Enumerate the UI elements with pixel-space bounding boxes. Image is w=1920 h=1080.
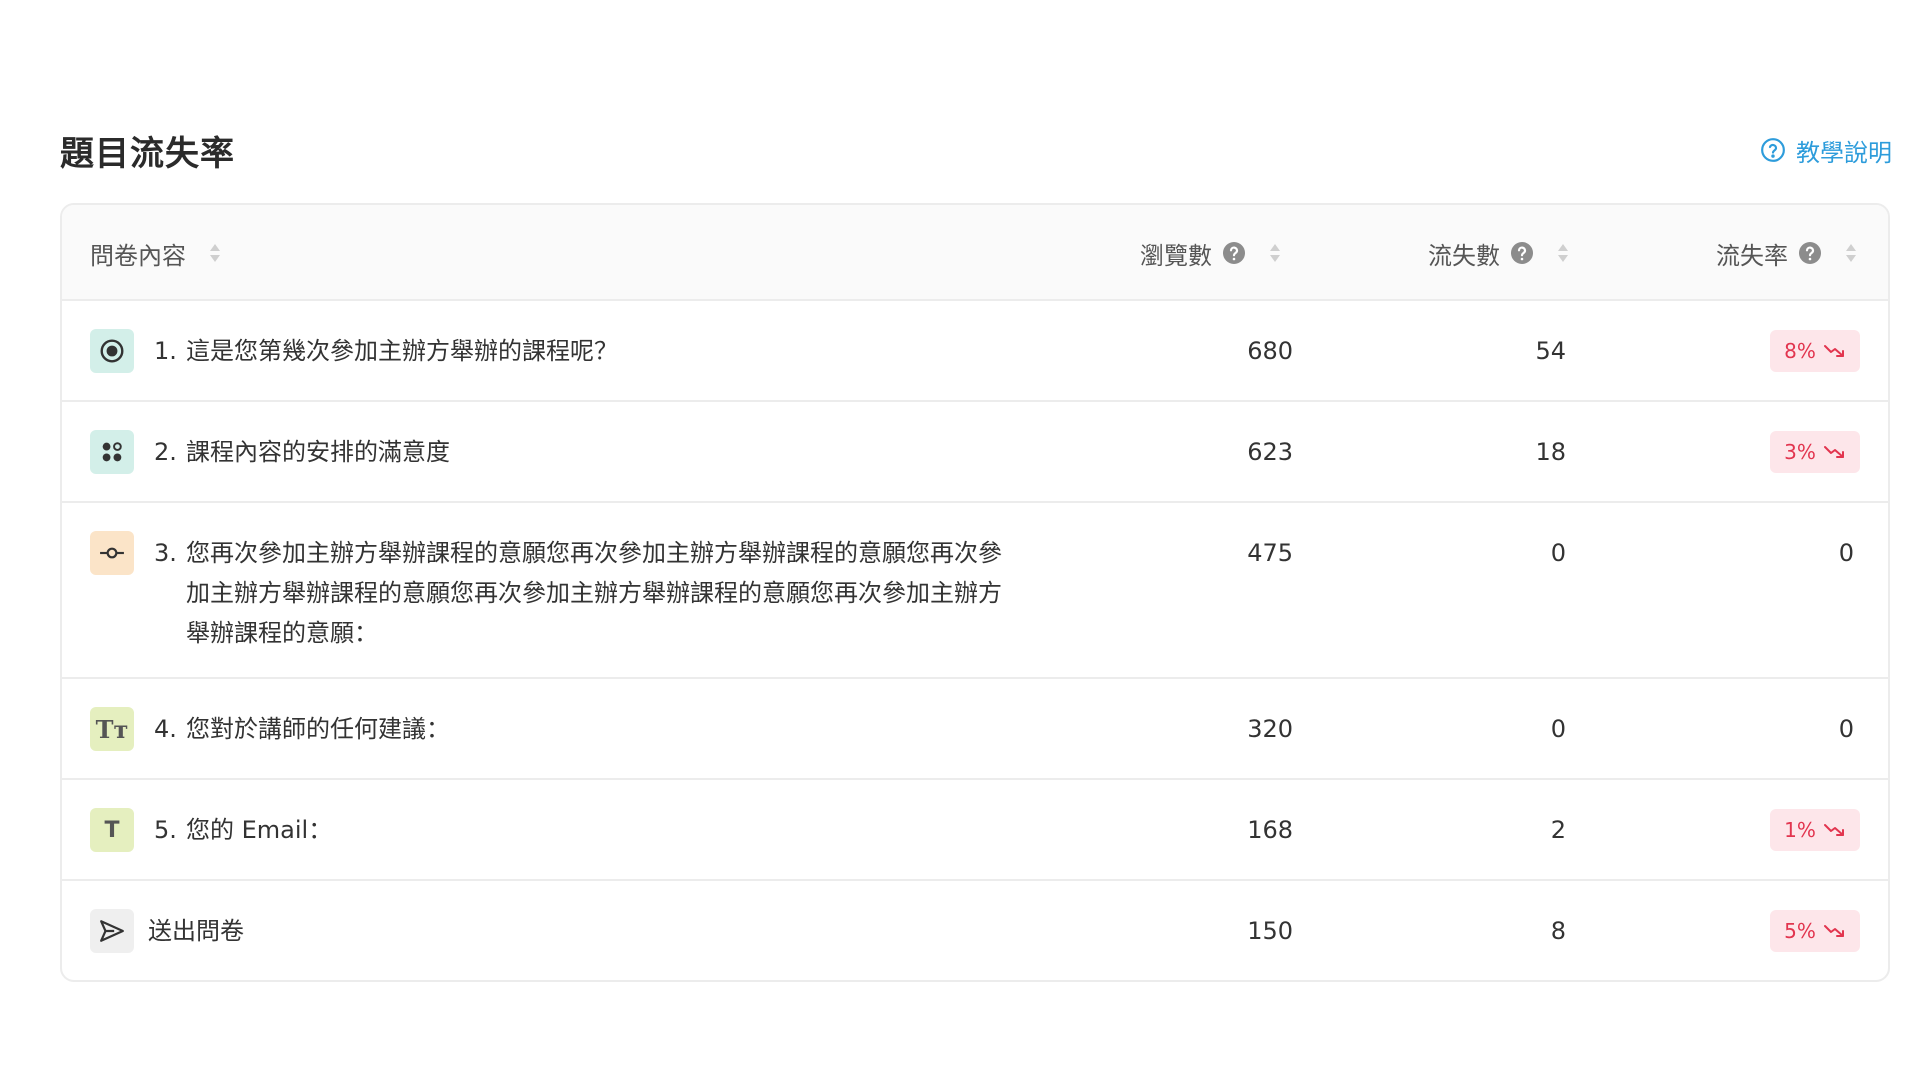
help-icon[interactable] [1222,241,1246,265]
help-icon[interactable] [1510,241,1534,265]
sort-icon[interactable] [1268,242,1282,264]
column-header-rate[interactable]: 流失率 [1716,205,1858,301]
question-number: 1. [154,337,177,365]
lost-count: 18 [1535,438,1566,466]
views-count: 475 [1247,539,1293,567]
sort-icon[interactable] [1556,242,1570,264]
dropoff-rate-badge: 3% [1770,431,1860,473]
views-count: 150 [1247,917,1293,945]
question-circle-icon [1761,138,1785,162]
help-link[interactable]: 教學說明 [1760,133,1892,168]
dropoff-rate-badge: 8% [1770,330,1860,372]
trend-down-icon [1823,824,1844,836]
column-header-lost[interactable]: 流失數 [1428,205,1570,301]
column-label-content: 問卷內容 [90,241,186,270]
question-title: 這是您第幾次參加主辦方舉辦的課程呢？ [186,337,618,365]
page-title: 題目流失率 [60,133,235,174]
table-row: 2. 課程內容的安排的滿意度 623 18 3% [62,402,1888,503]
help-link-label: 教學說明 [1796,138,1892,167]
question-dropoff-table: 問卷內容 瀏覽數 流失數 流失率 1. 這是您第幾次參加主辦方舉辦的課程呢？ 6… [60,203,1890,982]
question-number: 4. [154,715,177,743]
column-label-lost: 流失數 [1428,241,1500,270]
help-icon[interactable] [1798,241,1822,265]
question-title: 您再次參加主辦方舉辦課程的意願您再次參加主辦方舉辦課程的意願您再次參加主辦方舉辦… [186,539,1002,647]
table-row: 1. 這是您第幾次參加主辦方舉辦的課程呢？ 680 54 8% [62,301,1888,402]
column-label-views: 瀏覽數 [1140,241,1212,270]
question-number: 3. [154,539,177,567]
table-row: T 5. 您的 Email： 168 2 1% [62,780,1888,881]
views-count: 680 [1247,337,1293,365]
table-row: 3. 您再次參加主辦方舉辦課程的意願您再次參加主辦方舉辦課程的意願您再次參加主辦… [62,503,1888,679]
dropoff-rate-badge: 1% [1770,809,1860,851]
question-number: 2. [154,438,177,466]
trend-down-icon [1823,446,1844,458]
table-row: Tт 4. 您對於講師的任何建議： 320 0 0 [62,679,1888,780]
question-text: 1. 這是您第幾次參加主辦方舉辦的課程呢？ [154,331,1014,371]
question-title: 送出問卷 [148,917,244,945]
question-title: 您對於講師的任何建議： [186,715,450,743]
sort-icon[interactable] [208,242,222,264]
send-icon [90,909,134,953]
lost-count: 8 [1550,917,1566,945]
dropoff-rate-value: 5% [1784,919,1816,943]
question-text: 5. 您的 Email： [154,810,1014,850]
dropoff-rate-value: 0 [1838,715,1854,743]
dropoff-rate-value: 3% [1784,440,1816,464]
rating-icon [90,430,134,474]
column-header-content[interactable]: 問卷內容 [90,205,222,301]
question-text: 4. 您對於講師的任何建議： [154,709,1014,749]
slider-icon [90,531,134,575]
lost-count: 2 [1550,816,1566,844]
question-text: 2. 課程內容的安排的滿意度 [154,432,1014,472]
sort-icon[interactable] [1844,242,1858,264]
dropoff-rate-badge: 5% [1770,910,1860,952]
lost-count: 0 [1550,715,1566,743]
question-text: 3. 您再次參加主辦方舉辦課程的意願您再次參加主辦方舉辦課程的意願您再次參加主辦… [154,533,1014,653]
lost-count: 54 [1535,337,1566,365]
views-count: 623 [1247,438,1293,466]
radio-icon [90,329,134,373]
page-header: 題目流失率 教學說明 [60,124,1892,176]
question-number: 5. [154,816,177,844]
lost-count: 0 [1550,539,1566,567]
column-header-views[interactable]: 瀏覽數 [1140,205,1282,301]
dropoff-rate-value: 0 [1838,539,1854,567]
dropoff-rate-value: 8% [1784,339,1816,363]
short-text-icon: T [90,808,134,852]
table-header: 問卷內容 瀏覽數 流失數 流失率 [62,205,1888,301]
short-text-glyph: T [104,817,120,843]
question-text: 送出問卷 [148,911,1008,951]
table-row: 送出問卷 150 8 5% [62,881,1888,980]
trend-down-icon [1823,925,1844,937]
views-count: 320 [1247,715,1293,743]
question-title: 課程內容的安排的滿意度 [186,438,450,466]
long-text-icon: Tт [90,707,134,751]
long-text-glyph: Tт [95,714,129,744]
question-title: 您的 Email： [186,816,333,844]
views-count: 168 [1247,816,1293,844]
column-label-rate: 流失率 [1716,241,1788,270]
dropoff-rate-value: 1% [1784,818,1816,842]
trend-down-icon [1823,345,1844,357]
